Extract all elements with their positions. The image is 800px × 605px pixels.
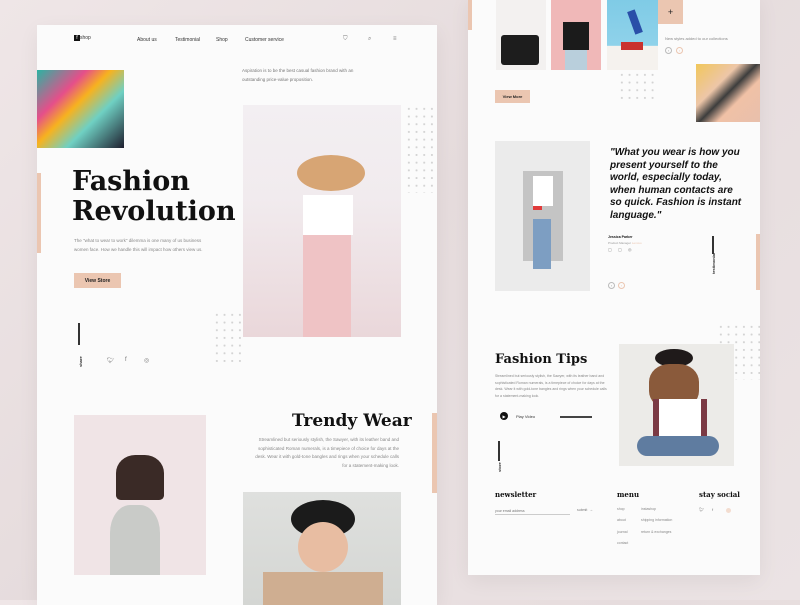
linkedin-icon[interactable]: ▢	[608, 247, 612, 252]
jeans-shape	[533, 219, 551, 269]
logo-text: shop	[80, 35, 91, 41]
tagline: Aspiration is to be the best casual fash…	[242, 68, 354, 82]
arrow-right-icon[interactable]: →	[589, 507, 593, 512]
accent-bar	[432, 413, 437, 493]
pants-shape	[303, 235, 351, 337]
coat-shape	[263, 572, 383, 605]
accent-bar	[37, 173, 41, 253]
shoe-shape	[627, 9, 643, 35]
testimonial-line	[712, 236, 714, 254]
footer-link-journal[interactable]: journal	[617, 530, 628, 534]
hero-title-line1: Fashion	[72, 166, 190, 197]
share-label: share	[78, 356, 83, 367]
share-line	[78, 323, 80, 345]
play-icon[interactable]: ▶	[500, 412, 508, 420]
jeans-shape	[565, 50, 587, 70]
instagram-icon[interactable]: ◎	[144, 357, 149, 364]
face-shape	[298, 522, 348, 572]
bag-icon[interactable]: ⛉	[343, 36, 348, 43]
hero-title: Fashion Revolution	[72, 167, 236, 227]
tips-title: Fashion Tips	[495, 352, 588, 367]
submit-button[interactable]: submit	[577, 508, 587, 512]
author-role: Product Manager Lenovo	[608, 241, 642, 245]
testimonial-quote: "What you wear is how you present yourse…	[610, 147, 742, 221]
hero-title-line2: Revolution	[72, 196, 236, 227]
instagram-icon[interactable]	[726, 508, 731, 513]
menu-icon[interactable]: ≡	[393, 36, 397, 42]
hero-body: The "what to wear to work" dilemma is on…	[74, 238, 203, 252]
logo[interactable]: f shop	[74, 35, 91, 41]
twitter-icon[interactable]: 🐦︎	[107, 357, 115, 364]
author-name: Jessica Parker	[608, 235, 633, 239]
testimonial-label: testimonial	[711, 252, 716, 274]
sitting-model-image	[619, 344, 734, 466]
popart-image	[696, 64, 760, 122]
footer-link-instashop[interactable]: instashop	[641, 507, 656, 511]
nav-shop[interactable]: Shop	[216, 37, 228, 43]
prev-testimonial-button[interactable]: ‹	[608, 282, 615, 289]
shirt-shape	[533, 176, 553, 206]
nav-about[interactable]: About us	[137, 37, 157, 43]
view-more-button[interactable]: View More	[495, 90, 530, 103]
shoes-image	[607, 0, 658, 70]
coat-model-image	[495, 141, 590, 291]
trendy-body: Streamlined but seriously stylish, the S…	[255, 437, 399, 468]
view-store-button[interactable]: View Store	[74, 273, 121, 288]
dot-pattern	[618, 71, 658, 101]
bag-shape	[501, 35, 539, 65]
bag-shape	[533, 206, 542, 210]
facebook-icon[interactable]: f	[712, 507, 713, 512]
graffiti-image	[37, 70, 124, 148]
author-company: Lenovo	[631, 241, 642, 245]
instagram-icon[interactable]: ◎	[628, 247, 632, 252]
dress-shape	[110, 505, 160, 575]
dot-pattern	[213, 311, 245, 366]
landing-page-right: + New styles added to our collections ‹ …	[468, 0, 760, 575]
newsletter-title: newsletter	[495, 490, 537, 499]
email-input[interactable]	[495, 507, 570, 515]
bob-hair-model-image	[74, 415, 206, 575]
footer-link-returns[interactable]: return & exchanges	[641, 530, 671, 534]
twitter-icon[interactable]: 🐦︎	[699, 507, 704, 512]
nav-testimonial[interactable]: Testimonial	[175, 37, 200, 43]
footer-link-contact[interactable]: contact	[617, 541, 628, 545]
shirt-shape	[653, 399, 707, 439]
facebook-icon[interactable]: f	[125, 357, 127, 363]
facebook-icon[interactable]: ▢	[618, 247, 622, 252]
play-video-link[interactable]: Play Video	[516, 414, 535, 419]
store-line	[498, 441, 500, 461]
landing-page-left: f shop About us Testimonial Shop Custome…	[37, 25, 437, 605]
author-role-text: Product Manager	[608, 241, 632, 245]
tips-body: Streamlined but seriously stylish, the S…	[495, 374, 607, 398]
shirt-shape	[563, 22, 589, 50]
menu-title: menu	[617, 490, 640, 499]
tshirt-model-image	[551, 0, 601, 70]
divider-line	[560, 416, 592, 418]
shirt-shape	[303, 195, 353, 235]
hair-shape	[116, 455, 164, 500]
hat-model-image	[243, 105, 401, 337]
prev-arrow-button[interactable]: ‹	[665, 47, 672, 54]
collection-note: New styles added to our collections	[665, 36, 728, 41]
hat-shape	[297, 155, 365, 191]
sunglasses-model-image	[243, 492, 401, 605]
store-label: store	[497, 462, 502, 472]
shoe-shape	[621, 42, 643, 50]
footer-link-about[interactable]: about	[617, 518, 626, 522]
social-title: stay social	[699, 490, 740, 499]
accent-bar	[468, 0, 472, 30]
accent-bar	[756, 234, 760, 290]
footer-link-shop[interactable]: shop	[617, 507, 625, 511]
next-testimonial-button[interactable]: ›	[618, 282, 625, 289]
dot-pattern	[405, 105, 437, 193]
next-arrow-button[interactable]: ›	[676, 47, 683, 54]
nav-customer-service[interactable]: Customer service	[245, 37, 284, 43]
jeans-shape	[637, 436, 719, 456]
footer-link-shipping[interactable]: shipping information	[641, 518, 672, 522]
accessories-image	[496, 0, 546, 70]
trendy-title: Trendy Wear	[292, 411, 412, 431]
search-icon[interactable]: ⌕	[368, 36, 371, 43]
plus-button[interactable]: +	[658, 0, 683, 24]
